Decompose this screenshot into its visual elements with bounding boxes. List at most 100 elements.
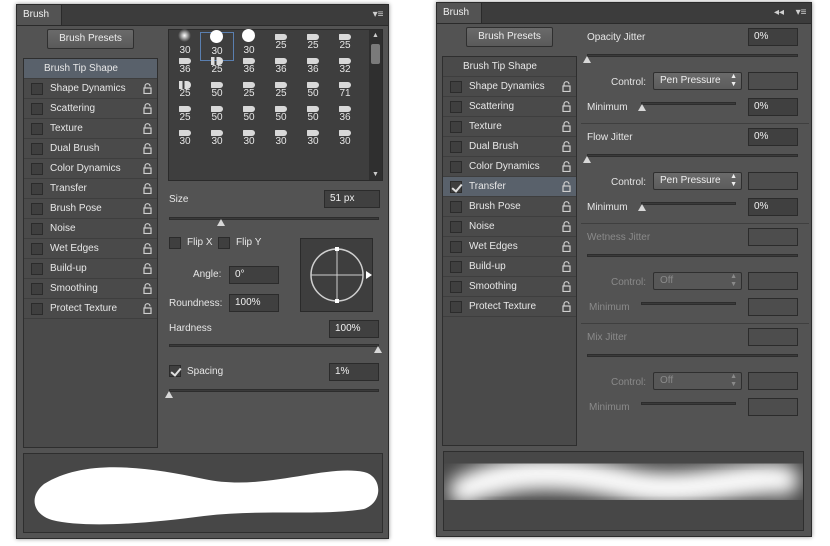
opacity-control-dropdown[interactable]: Pen Pressure ▲ ▼ <box>653 72 742 90</box>
brush-tip-cell[interactable]: 25 <box>265 80 297 99</box>
item-checkbox[interactable] <box>450 81 462 93</box>
brush-tip-cell[interactable]: 25 <box>297 32 329 51</box>
item-checkbox[interactable] <box>31 163 43 175</box>
lock-icon[interactable] <box>561 121 572 132</box>
brush-tip-cell[interactable]: 36 <box>297 56 329 75</box>
lock-icon[interactable] <box>561 81 572 92</box>
collapse-icon[interactable]: ◂◂ <box>771 6 787 20</box>
spacing-slider-track[interactable] <box>169 389 379 392</box>
brush-tip-cell[interactable]: 25 <box>201 56 233 75</box>
brush-tip-cell[interactable]: 25 <box>169 80 201 99</box>
brush-tip-cell[interactable]: 30 <box>265 128 297 147</box>
lock-icon[interactable] <box>142 183 153 194</box>
lock-icon[interactable] <box>561 181 572 192</box>
brush-tip-cell[interactable]: 71 <box>329 80 361 99</box>
flip-x-checkbox[interactable] <box>169 237 181 249</box>
lock-icon[interactable] <box>142 203 153 214</box>
item-checkbox[interactable] <box>450 201 462 213</box>
item-checkbox[interactable] <box>450 301 462 313</box>
brush-tip-cell[interactable]: 30 <box>201 128 233 147</box>
settings-item-transfer[interactable]: Transfer <box>24 179 157 199</box>
spacing-field[interactable]: 1% <box>329 363 379 381</box>
brush-presets-button[interactable]: Brush Presets <box>466 27 553 47</box>
brush-tip-cell[interactable]: 50 <box>297 104 329 123</box>
scroll-up-icon[interactable]: ▲ <box>372 32 379 39</box>
flow-minimum-slider[interactable] <box>641 202 736 205</box>
brush-tip-shape-item[interactable]: Brush Tip Shape <box>443 57 576 77</box>
item-checkbox[interactable] <box>450 161 462 173</box>
lock-icon[interactable] <box>142 243 153 254</box>
brush-tip-cell[interactable]: 36 <box>329 104 361 123</box>
settings-item-noise[interactable]: Noise <box>24 219 157 239</box>
brush-tip-cell[interactable]: 36 <box>169 56 201 75</box>
lock-icon[interactable] <box>561 201 572 212</box>
brush-tip-cell[interactable]: 30 <box>329 128 361 147</box>
settings-item-build-up[interactable]: Build-up <box>443 257 576 277</box>
flow-minimum-knob[interactable] <box>638 204 646 211</box>
grid-scrollbar[interactable]: ▲ ▼ <box>369 30 382 180</box>
opacity-jitter-knob[interactable] <box>583 56 591 63</box>
lock-icon[interactable] <box>561 281 572 292</box>
lock-icon[interactable] <box>142 123 153 134</box>
item-checkbox[interactable] <box>450 141 462 153</box>
brush-tip-cell[interactable]: 50 <box>297 80 329 99</box>
settings-item-wet-edges[interactable]: Wet Edges <box>443 237 576 257</box>
settings-item-shape-dynamics[interactable]: Shape Dynamics <box>24 79 157 99</box>
flow-jitter-slider[interactable] <box>587 154 798 157</box>
settings-item-build-up[interactable]: Build-up <box>24 259 157 279</box>
lock-icon[interactable] <box>142 103 153 114</box>
item-checkbox[interactable] <box>31 263 43 275</box>
item-checkbox[interactable] <box>450 221 462 233</box>
brush-tip-cell[interactable]: 30 <box>169 29 201 56</box>
item-checkbox[interactable] <box>31 303 43 315</box>
item-checkbox[interactable] <box>31 83 43 95</box>
brush-tip-shape-item[interactable]: Brush Tip Shape <box>24 59 157 79</box>
opacity-jitter-slider[interactable] <box>587 54 798 57</box>
brush-tip-cell[interactable]: 25 <box>265 32 297 51</box>
lock-icon[interactable] <box>561 221 572 232</box>
scroll-down-icon[interactable]: ▼ <box>372 171 379 178</box>
item-checkbox[interactable] <box>450 181 462 193</box>
brush-tip-cell[interactable]: 50 <box>265 104 297 123</box>
brush-tip-cell[interactable]: 25 <box>169 104 201 123</box>
settings-item-texture[interactable]: Texture <box>443 117 576 137</box>
brush-tip-cell[interactable]: 50 <box>233 104 265 123</box>
lock-icon[interactable] <box>561 261 572 272</box>
opacity-minimum-field[interactable]: 0% <box>748 98 798 116</box>
brush-tip-cell[interactable]: 32 <box>329 56 361 75</box>
tab-brush[interactable]: Brush <box>17 5 63 25</box>
settings-item-transfer[interactable]: Transfer <box>443 177 576 197</box>
item-checkbox[interactable] <box>31 143 43 155</box>
item-checkbox[interactable] <box>31 243 43 255</box>
brush-tip-cell[interactable]: 36 <box>265 56 297 75</box>
item-checkbox[interactable] <box>31 223 43 235</box>
lock-icon[interactable] <box>142 143 153 154</box>
flip-y-checkbox[interactable] <box>218 237 230 249</box>
item-checkbox[interactable] <box>450 281 462 293</box>
settings-item-color-dynamics[interactable]: Color Dynamics <box>24 159 157 179</box>
brush-tip-cell[interactable]: 36 <box>233 56 265 75</box>
lock-icon[interactable] <box>561 241 572 252</box>
item-checkbox[interactable] <box>450 261 462 273</box>
settings-item-noise[interactable]: Noise <box>443 217 576 237</box>
item-checkbox[interactable] <box>31 123 43 135</box>
lock-icon[interactable] <box>561 301 572 312</box>
lock-icon[interactable] <box>142 263 153 274</box>
brush-angle-preview[interactable] <box>300 238 373 312</box>
flow-control-dropdown[interactable]: Pen Pressure ▲ ▼ <box>653 172 742 190</box>
lock-icon[interactable] <box>142 303 153 314</box>
flow-jitter-field[interactable]: 0% <box>748 128 798 146</box>
item-checkbox[interactable] <box>450 241 462 253</box>
spacing-slider-knob[interactable] <box>165 391 173 398</box>
settings-item-brush-pose[interactable]: Brush Pose <box>24 199 157 219</box>
lock-icon[interactable] <box>561 101 572 112</box>
angle-field[interactable]: 0° <box>229 266 279 284</box>
item-checkbox[interactable] <box>31 103 43 115</box>
lock-icon[interactable] <box>142 83 153 94</box>
hardness-field[interactable]: 100% <box>329 320 379 338</box>
panel-menu-icon[interactable]: ▾≡ <box>370 8 386 22</box>
spacing-checkbox[interactable] <box>169 365 181 377</box>
brush-tip-cell[interactable]: 25 <box>329 32 361 51</box>
settings-item-scattering[interactable]: Scattering <box>443 97 576 117</box>
size-slider-track[interactable] <box>169 217 379 220</box>
